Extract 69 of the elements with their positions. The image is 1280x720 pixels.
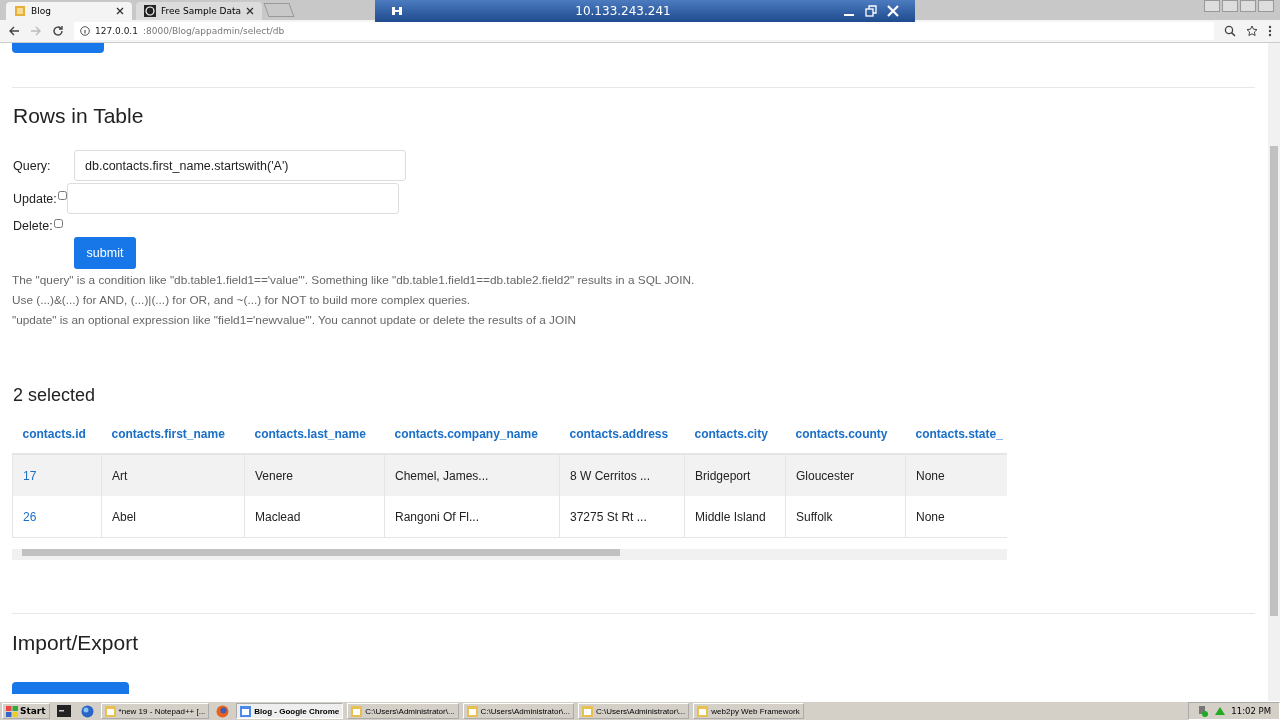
terminal-icon[interactable]: [56, 705, 71, 717]
minimize-button[interactable]: [1222, 0, 1238, 12]
restore-icon[interactable]: [865, 5, 877, 17]
close-button[interactable]: [1258, 0, 1274, 12]
section-heading: Rows in Table: [13, 103, 145, 129]
reload-icon[interactable]: [52, 25, 64, 37]
field-label: Query:: [12, 158, 52, 173]
windows-logo-icon: [6, 705, 18, 717]
help-text: "update" is an optional expression like "field1='newvalue'". You cannot update or delete the results of a JOIN: [12, 312, 577, 329]
table-cell: Suffolk: [785, 496, 906, 537]
update-field[interactable]: [66, 183, 399, 214]
address-field[interactable]: 127.0.0.1 :8000/Blog/appadmin/select/db: [74, 22, 1214, 40]
window-icon: [351, 705, 363, 717]
table-cell: Rangoni Of Fl...: [384, 496, 560, 537]
remote-host-title: 10.133.243.241: [574, 4, 672, 18]
window-icon: [466, 705, 478, 717]
close-icon[interactable]: [116, 7, 124, 15]
taskbar-item[interactable]: *new 19 - Notepad++ [...: [100, 703, 210, 719]
help-text: Use (...)&(...) for AND, (...)|(...) for OR, and ~(...) for NOT to build more complex queries.: [12, 292, 472, 309]
table-cell: None: [905, 454, 1007, 496]
close-icon[interactable]: [246, 7, 254, 15]
window-icon: [240, 705, 252, 717]
taskbar-item[interactable]: C:\Users\Administrator\...: [347, 703, 459, 719]
taskbar-item[interactable]: C:\Users\Administrator\...: [577, 703, 690, 719]
window-icon: [104, 705, 116, 717]
query-field[interactable]: db.contacts.first_name.startswith('A'): [74, 150, 406, 181]
field-label: Update:: [12, 191, 57, 206]
result-count: 2 selected: [13, 384, 97, 407]
submit-button[interactable]: submit: [74, 237, 136, 269]
taskbar-item[interactable]: web2py Web Framework: [693, 703, 804, 719]
network-icon[interactable]: [1197, 705, 1210, 717]
update-checkbox[interactable]: [57, 191, 67, 200]
section-heading: Import/Export: [12, 630, 140, 656]
table-cell: Chemel, James...: [384, 454, 560, 496]
table-cell: 37275 St Rt ...: [559, 496, 685, 537]
start-button[interactable]: Start: [2, 703, 50, 719]
back-icon[interactable]: [8, 25, 20, 37]
table-cell: Gloucester: [785, 454, 906, 496]
help-text: The "query" is a condition like "db.table1.field1=='value'". Something like "db.table1.field1==db.table2.field2" results in a SQL JOIN.: [12, 272, 696, 289]
vertical-scrollbar[interactable]: [1268, 43, 1280, 701]
star-icon[interactable]: [1246, 25, 1258, 37]
table-cell: Venere: [244, 454, 385, 496]
delete-checkbox[interactable]: [53, 218, 63, 228]
taskbar-item[interactable]: C:\Users\Administrator\...: [462, 703, 574, 719]
record-id-link[interactable]: 26: [12, 496, 102, 537]
table-cell: Middle Island: [684, 496, 786, 537]
window-icon: [581, 705, 593, 717]
app-icon: [14, 5, 26, 17]
maximize-button[interactable]: [1240, 0, 1256, 12]
zoom-icon[interactable]: [1224, 25, 1236, 37]
browser-tab[interactable]: Blog: [6, 2, 132, 20]
field-label: Delete:: [12, 219, 53, 233]
clock: 11:02 PM: [1231, 706, 1271, 716]
taskbar-item[interactable]: Blog - Google Chrome: [236, 703, 344, 719]
browser-tab[interactable]: Free Sample Data: [136, 2, 262, 20]
record-id-link[interactable]: 17: [12, 454, 102, 496]
table-cell: Maclead: [244, 496, 385, 537]
table-cell: Bridgeport: [684, 454, 786, 496]
info-icon: [80, 26, 90, 36]
globe-icon[interactable]: [80, 704, 94, 718]
profile-button[interactable]: [1204, 0, 1220, 12]
table-cell: Abel: [101, 496, 245, 537]
menu-icon[interactable]: [1268, 25, 1272, 37]
table-cell: Art: [101, 454, 245, 496]
table-cell: None: [905, 496, 1007, 537]
window-icon: [697, 705, 709, 717]
globe-icon: [144, 5, 156, 17]
table-cell: 8 W Cerritos ...: [559, 454, 685, 496]
horizontal-scrollbar[interactable]: [12, 549, 1007, 560]
